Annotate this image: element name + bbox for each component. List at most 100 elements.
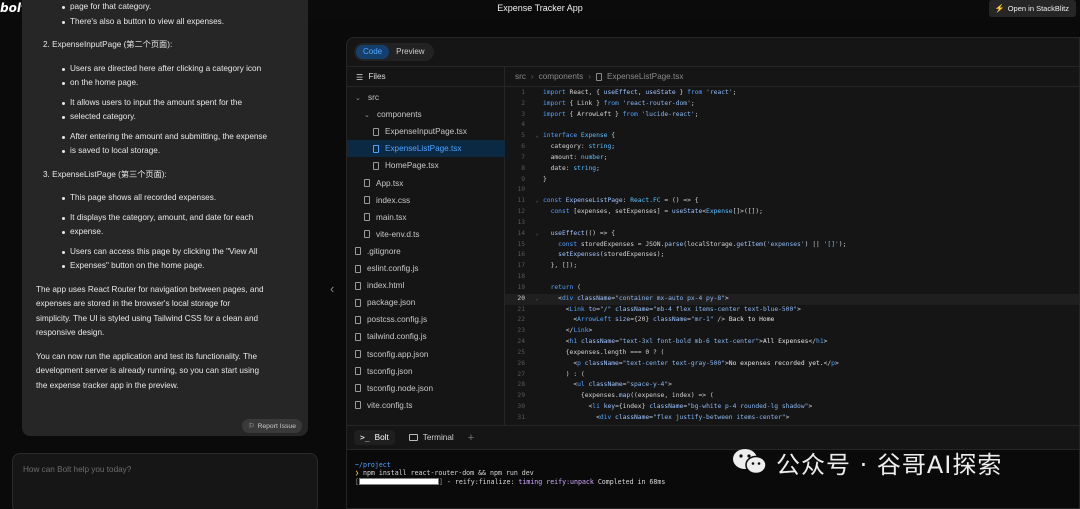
bullet-line: Expenses" button on the home page. (36, 259, 302, 274)
breadcrumb-src[interactable]: src (515, 72, 526, 81)
code-line: 26 < p className = "text-center text-gray-5… (505, 359, 1079, 370)
tree-file[interactable]: tsconfig.json (347, 363, 505, 380)
line-number: 22 (517, 316, 525, 324)
fold-chevron-icon[interactable]: ⌄ (531, 131, 543, 142)
tab-terminal[interactable]: Terminal (403, 430, 460, 445)
fold-chevron-icon[interactable]: ⌄ (531, 294, 543, 305)
code-content[interactable]: 1 import React, { useEffect, useState } f… (505, 88, 1079, 424)
code-line: 24 < h1 className = "text-3xl font-bold mb-… (505, 337, 1079, 348)
tree-folder[interactable]: ⌄ components (347, 106, 505, 123)
code-token: No expenses recorded yet. (728, 359, 824, 367)
collapse-chat-icon[interactable]: ‹ (330, 281, 334, 296)
tree-file[interactable]: eslint.config.js (347, 260, 505, 277)
breadcrumb-file[interactable]: ExpenseListPage.tsx (607, 72, 683, 81)
tree-file[interactable]: tsconfig.app.json (347, 346, 505, 363)
line-number: 10 (517, 186, 525, 194)
tree-file[interactable]: index.css (347, 192, 505, 209)
tree-file[interactable]: index.html (347, 277, 505, 294)
tree-file[interactable]: App.tsx (347, 175, 505, 192)
open-in-stackblitz-button[interactable]: ⚡ Open in StackBlitz (988, 0, 1076, 17)
code-token: "mr-1" (690, 316, 714, 324)
status-prefix: - reify:finalize: (442, 477, 519, 486)
fold-gutter (531, 391, 543, 402)
tab-preview[interactable]: Preview (389, 45, 431, 59)
line-number: 29 (517, 392, 525, 400)
fold-gutter (531, 250, 543, 261)
tree-file[interactable]: vite.config.ts (347, 397, 505, 414)
code-token: useState (645, 89, 676, 96)
prompt-input[interactable] (13, 454, 317, 485)
breadcrumb-components[interactable]: components (539, 72, 584, 81)
code-token: "flex justify-between items-center" (652, 413, 786, 421)
fold-chevron-icon[interactable]: ⌄ (531, 196, 543, 207)
bullet-line: Users are directed here after clicking a… (36, 62, 302, 77)
tree-file[interactable]: ExpenseInputPage.tsx (347, 123, 505, 140)
chat-input-box[interactable] (12, 453, 318, 509)
code-token: from (622, 110, 638, 118)
file-icon (373, 127, 379, 136)
tree-file[interactable]: tailwind.config.js (347, 328, 505, 345)
paragraph-line: You can now run the application and test… (36, 351, 258, 361)
tree-item-label: vite-env.d.ts (376, 229, 420, 239)
code-token: amount: (543, 153, 581, 161)
code-token: < (543, 403, 593, 411)
report-issue-button[interactable]: ⚐ Report Issue (242, 419, 302, 433)
code-token: className (577, 294, 612, 302)
tree-item-label: HomePage.tsx (385, 161, 439, 171)
tree-file[interactable]: HomePage.tsx (347, 157, 505, 174)
code-token: from (687, 89, 703, 96)
fold-chevron-icon[interactable]: ⌄ (531, 229, 543, 240)
fold-gutter (531, 261, 543, 272)
line-number: 26 (517, 359, 525, 367)
code-line: 18 (505, 272, 1079, 283)
line-number: 6 (521, 143, 525, 151)
fold-gutter (531, 348, 543, 359)
code-token: string (588, 143, 612, 151)
file-icon (355, 332, 361, 341)
bullet-line: There's also a button to view all expens… (36, 15, 302, 30)
flag-icon: ⚐ (248, 423, 255, 430)
code-token: </ (808, 338, 817, 346)
tree-file[interactable]: ExpenseListPage.tsx (347, 140, 505, 158)
code-line: 12 const [expenses, setExpenses] = useSt… (505, 207, 1079, 218)
lightning-icon: ⚡ (994, 4, 1005, 13)
tree-file[interactable]: .gitignore (347, 243, 505, 260)
tree-folder[interactable]: ⌄ src (347, 89, 505, 106)
code-token: className (588, 381, 623, 389)
tree-file[interactable]: package.json (347, 294, 505, 311)
line-number: 18 (517, 273, 525, 281)
tree-file[interactable]: tsconfig.node.json (347, 380, 505, 397)
tab-bolt-terminal[interactable]: >_ Bolt (354, 430, 395, 445)
bullet-line: It allows users to input the amount spen… (36, 96, 302, 111)
bullet-line: on the home page. (36, 76, 302, 91)
code-line: 9} (505, 175, 1079, 186)
code-token: = () => { (660, 197, 699, 205)
code-line: 28 < ul className = "space-y-4" > (505, 380, 1079, 391)
fold-gutter (531, 120, 543, 131)
code-token: Link (569, 305, 585, 313)
tab-code[interactable]: Code (356, 45, 390, 59)
paragraph-line: simplicity. The UI is styled using Tailw… (36, 313, 259, 323)
fold-gutter (531, 164, 543, 175)
code-token: All Expenses (762, 338, 809, 346)
code-token: useState (671, 208, 703, 216)
code-token: ; (732, 89, 737, 96)
code-token: < (543, 316, 578, 324)
tree-item-label: App.tsx (376, 178, 404, 188)
code-token: return (543, 283, 574, 291)
code-token: const (543, 208, 570, 216)
list-icon: ☰ (356, 72, 364, 82)
tree-file[interactable]: main.tsx (347, 209, 505, 226)
code-token: ArrowLeft (577, 316, 612, 324)
report-issue-label: Report Issue (257, 422, 296, 430)
tree-file[interactable]: postcss.config.js (347, 311, 505, 328)
file-icon (355, 401, 361, 410)
file-icon (355, 298, 361, 307)
bullet-line: is saved to local storage. (36, 144, 302, 159)
tree-file[interactable]: vite-env.d.ts (347, 226, 505, 243)
code-line: 14 ⌄ useEffect(() => { (505, 229, 1079, 240)
code-token: ) || (804, 240, 824, 248)
add-terminal-icon[interactable]: + (468, 432, 474, 444)
